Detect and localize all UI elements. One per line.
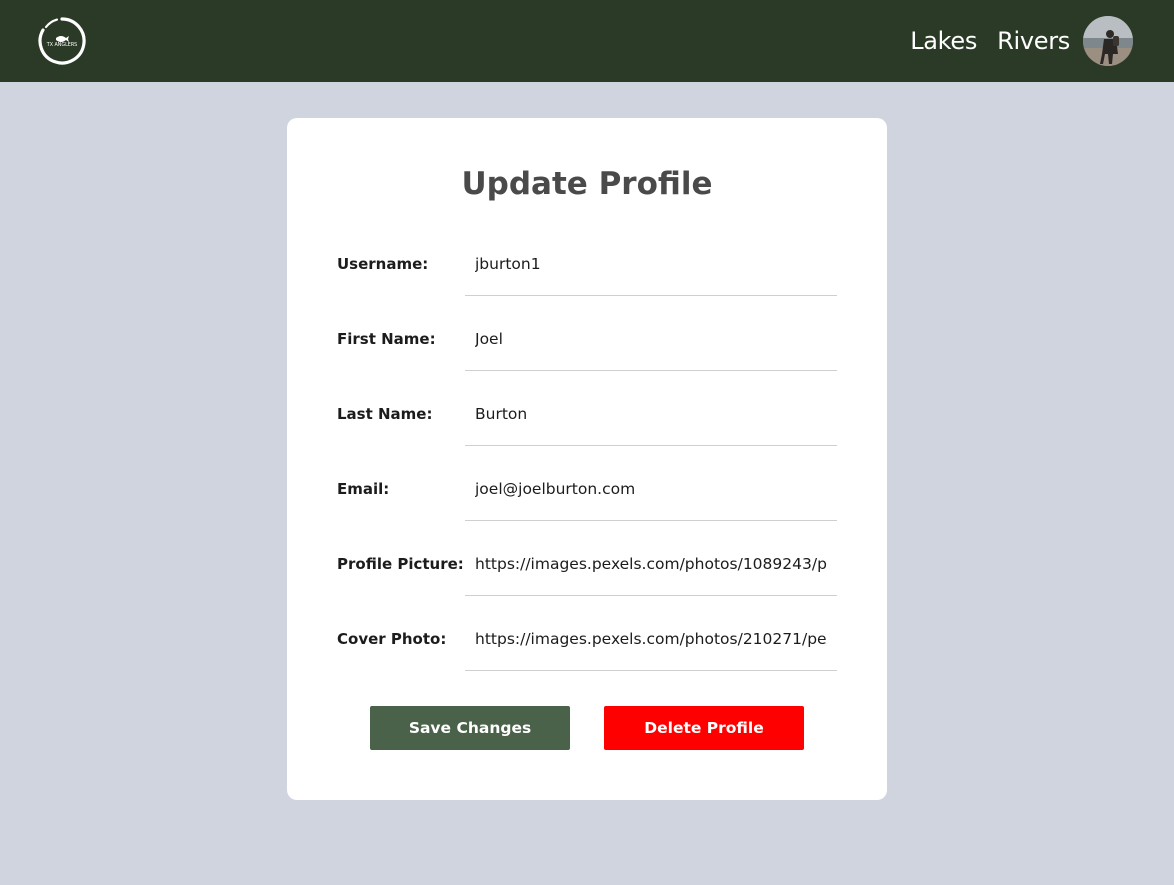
brand-logo[interactable]: TX ANGLERS (37, 16, 87, 66)
cover-photo-input[interactable] (465, 619, 837, 671)
profile-picture-label: Profile Picture: (337, 555, 464, 573)
fish-icon (56, 36, 69, 42)
cover-photo-row: Cover Photo: (337, 619, 837, 671)
last-name-input[interactable] (465, 394, 837, 446)
page-title: Update Profile (461, 166, 713, 202)
last-name-label: Last Name: (337, 405, 433, 423)
nav-links: Lakes Rivers (910, 0, 1070, 82)
cover-photo-label: Cover Photo: (337, 630, 447, 648)
profile-picture-row: Profile Picture: (337, 544, 837, 596)
first-name-input[interactable] (465, 319, 837, 371)
top-navbar: TX ANGLERS Lakes Rivers (0, 0, 1174, 82)
email-label: Email: (337, 480, 390, 498)
username-input[interactable] (465, 244, 837, 296)
logo-ring-icon: TX ANGLERS (38, 17, 86, 65)
first-name-label: First Name: (337, 330, 436, 348)
nav-link-rivers[interactable]: Rivers (997, 27, 1070, 55)
delete-profile-button[interactable]: Delete Profile (604, 706, 804, 750)
username-label: Username: (337, 255, 429, 273)
update-profile-card (287, 118, 887, 800)
nav-link-lakes[interactable]: Lakes (910, 27, 977, 55)
user-avatar[interactable] (1083, 16, 1133, 66)
email-input[interactable] (465, 469, 837, 521)
save-changes-button[interactable]: Save Changes (370, 706, 570, 750)
first-name-row: First Name: (337, 319, 837, 371)
last-name-row: Last Name: (337, 394, 837, 446)
email-row: Email: (337, 469, 837, 521)
profile-picture-input[interactable] (465, 544, 837, 596)
avatar-photo-icon (1083, 16, 1133, 66)
logo-text: TX ANGLERS (46, 42, 77, 48)
username-row: Username: (337, 244, 837, 296)
